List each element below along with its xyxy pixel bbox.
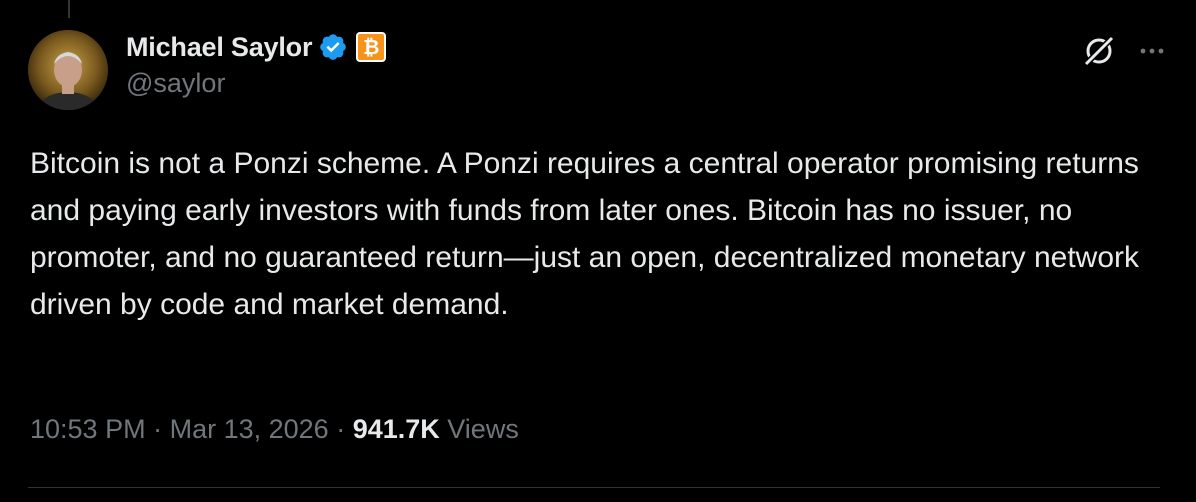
divider — [28, 487, 1160, 488]
author-display-name[interactable]: Michael Saylor — [126, 32, 312, 63]
avatar-image — [28, 30, 108, 110]
author-identity: Michael Saylor ₿ @saylor — [126, 30, 387, 99]
verified-badge-icon[interactable] — [318, 32, 348, 62]
views-count[interactable]: 941.7K — [353, 414, 440, 445]
avatar[interactable] — [28, 30, 108, 110]
author-handle[interactable]: @saylor — [126, 68, 386, 99]
bitcoin-icon[interactable]: ₿ — [356, 32, 387, 62]
tweet-actions — [1080, 32, 1168, 70]
more-icon[interactable] — [1136, 35, 1168, 67]
name-row: Michael Saylor ₿ — [126, 30, 387, 64]
tweet-meta: 10:53 PM · Mar 13, 2026 · 941.7K Views — [30, 414, 519, 445]
views-label: Views — [447, 414, 519, 444]
views-spacer — [440, 414, 448, 445]
tweet-text: Bitcoin is not a Ponzi scheme. A Ponzi r… — [30, 147, 1148, 321]
tweet-date[interactable]: Mar 13, 2026 — [170, 414, 329, 445]
tweet-time[interactable]: 10:53 PM — [30, 414, 146, 445]
grok-icon[interactable] — [1080, 32, 1118, 70]
tweet-header: Michael Saylor ₿ @saylor — [28, 26, 1168, 110]
thread-connector-line — [68, 0, 70, 18]
meta-separator: · — [145, 414, 170, 444]
meta-separator: · — [328, 414, 353, 444]
